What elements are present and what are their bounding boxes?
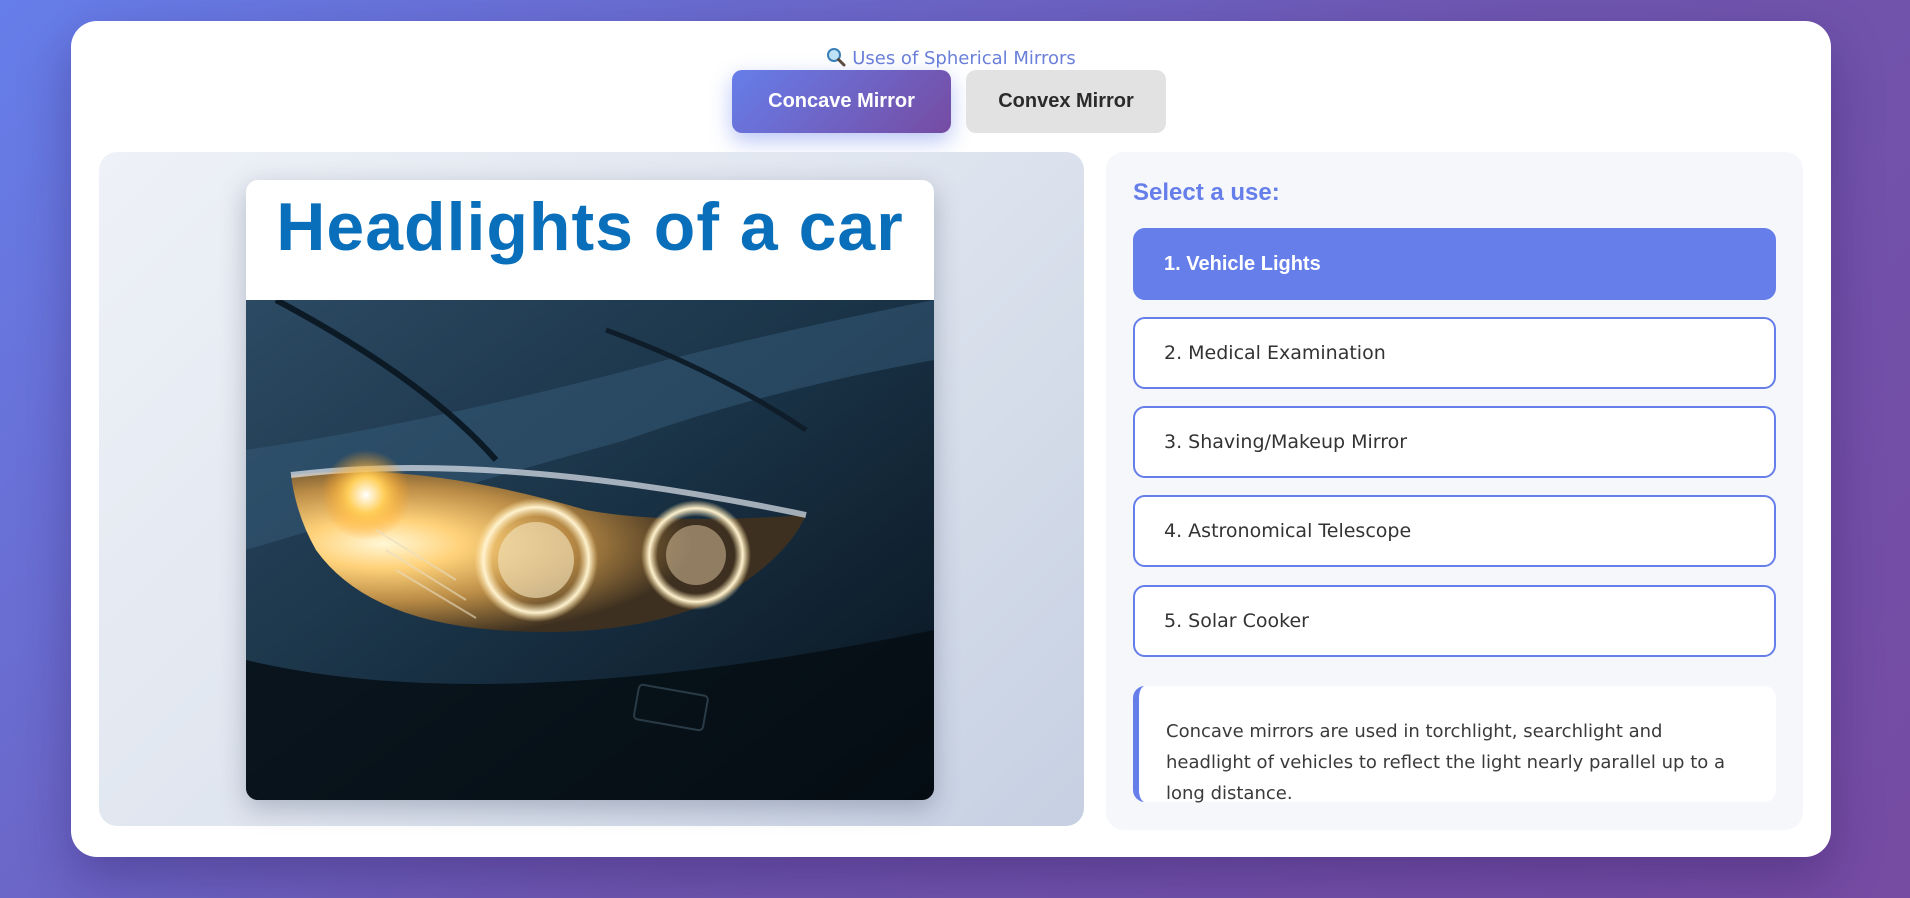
car-headlight-photo [246,300,934,800]
page-title-text: Uses of Spherical Mirrors [852,48,1076,69]
image-panel: Headlights of a car [99,152,1084,826]
use-description: Concave mirrors are used in torchlight, … [1133,686,1776,804]
main-card: Uses of Spherical Mirrors Concave Mirror… [71,21,1831,857]
photo-card: Headlights of a car [246,180,934,800]
concave-mirror-tab[interactable]: Concave Mirror [732,70,951,133]
uses-panel: Select a use: 1. Vehicle Lights 2. Medic… [1106,152,1803,830]
use-item-astronomical-telescope[interactable]: 4. Astronomical Telescope [1133,495,1776,567]
use-item-solar-cooker[interactable]: 5. Solar Cooker [1133,585,1776,657]
magnifier-icon [827,48,846,67]
use-item-shaving-makeup-mirror[interactable]: 3. Shaving/Makeup Mirror [1133,406,1776,478]
photo-caption: Headlights of a car [276,189,904,265]
use-item-vehicle-lights[interactable]: 1. Vehicle Lights [1133,228,1776,300]
use-item-medical-examination[interactable]: 2. Medical Examination [1133,317,1776,389]
uses-heading: Select a use: [1133,179,1280,206]
page-title: Uses of Spherical Mirrors [71,47,1831,69]
convex-mirror-tab[interactable]: Convex Mirror [966,70,1166,133]
